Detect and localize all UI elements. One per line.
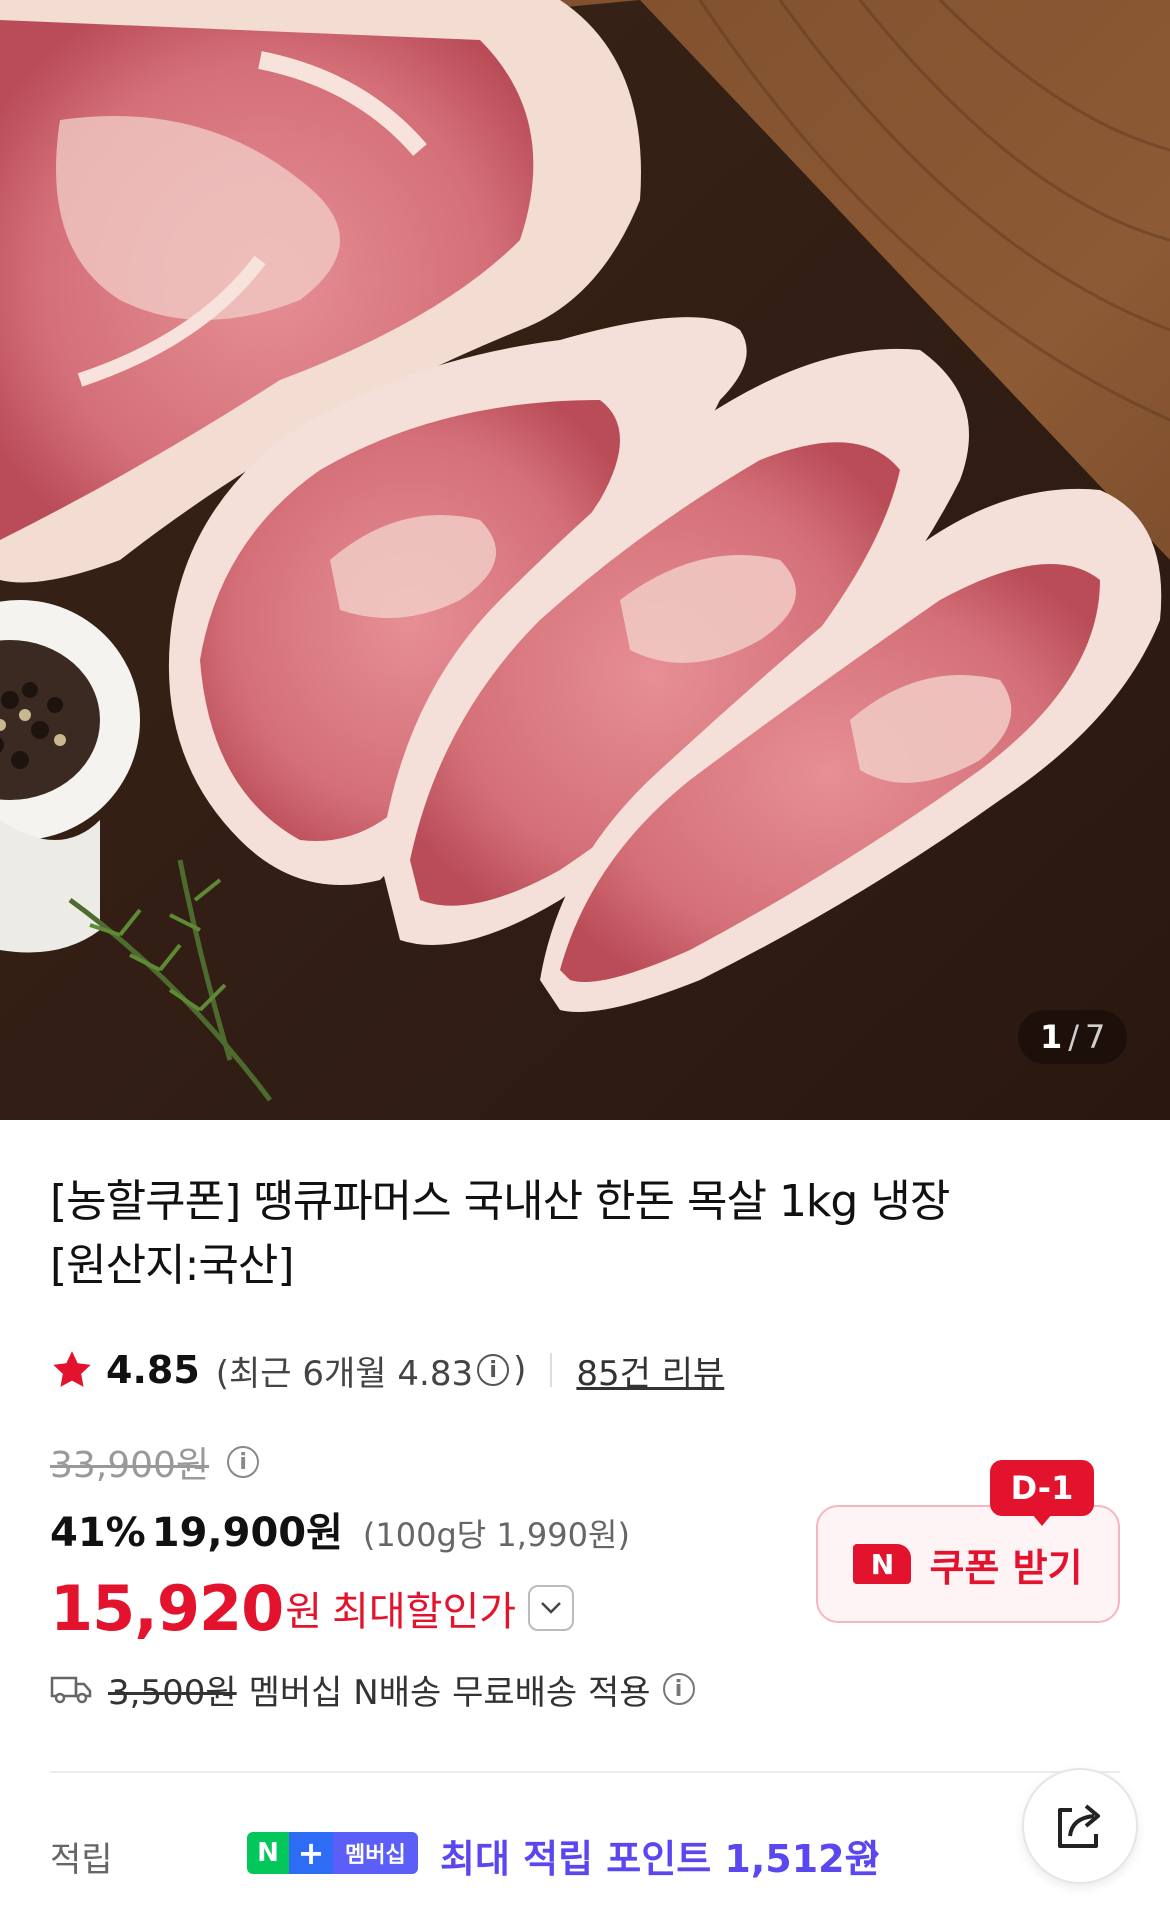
- info-icon[interactable]: i: [477, 1354, 510, 1386]
- gallery-current: 1: [1040, 1018, 1063, 1056]
- points-label: 적립: [50, 1840, 113, 1880]
- max-discount-won: 원: [285, 1589, 323, 1635]
- shipping-note: 멤버십 N배송 무료배송 적용: [248, 1672, 651, 1713]
- gallery-page-indicator: 1 / 7: [1018, 1010, 1128, 1064]
- naver-n-badge: N: [853, 1544, 912, 1584]
- max-discount-row: 15,920 원 최대할인가: [50, 1568, 575, 1648]
- product-image[interactable]: 1 / 7: [0, 0, 1170, 1120]
- truck-icon: [50, 1676, 92, 1704]
- rating-value: 4.85: [106, 1348, 200, 1392]
- chevron-right-icon: [863, 1839, 880, 1869]
- sale-price: 19,900원: [151, 1510, 343, 1556]
- coupon-download-button[interactable]: N 쿠폰 받기: [816, 1505, 1120, 1623]
- points-row[interactable]: 적립 N + 멤버십 최대 적립 포인트 1,512원: [50, 1822, 1120, 1882]
- coupon-dday-badge: D-1: [990, 1460, 1094, 1516]
- recent-rating: (최근 6개월 4.83 i ): [216, 1346, 527, 1395]
- sale-price-row: 41% 19,900원 (100g당 1,990원): [50, 1500, 630, 1560]
- max-discount-price: 15,920: [50, 1571, 284, 1645]
- original-price-row: 33,900원 i: [50, 1438, 263, 1486]
- membership-badge-text: 멤버십: [333, 1832, 418, 1874]
- gallery-total: 7: [1085, 1018, 1106, 1056]
- coupon-label: 쿠폰 받기: [929, 1545, 1083, 1590]
- points-text: 최대 적립 포인트 1,512원: [440, 1837, 880, 1881]
- membership-badge: N + 멤버십: [247, 1832, 418, 1874]
- product-title-line1: [농할쿠폰] 땡큐파머스 국내산 한돈 목살 1kg 냉장: [50, 1176, 950, 1227]
- membership-badge-n: N: [247, 1832, 289, 1874]
- product-photo: [0, 0, 1170, 1120]
- recent-rating-text: (최근 6개월 4.83: [215, 1353, 474, 1394]
- product-title: [농할쿠폰] 땡큐파머스 국내산 한돈 목살 1kg 냉장 [원산지:국산]: [50, 1170, 1050, 1298]
- divider: [550, 1353, 553, 1387]
- max-discount-label: 최대할인가: [332, 1589, 517, 1635]
- product-title-line2: [원산지:국산]: [50, 1240, 295, 1291]
- gallery-separator: /: [1068, 1018, 1080, 1056]
- original-price: 33,900원: [50, 1445, 210, 1486]
- share-button[interactable]: [1022, 1768, 1138, 1884]
- shipping-row: 3,500원 멤버십 N배송 무료배송 적용 i: [50, 1662, 699, 1716]
- info-icon[interactable]: i: [227, 1446, 260, 1478]
- membership-badge-plus: +: [289, 1832, 333, 1874]
- discount-rate: 41%: [50, 1510, 146, 1556]
- unit-price: (100g당 1,990원): [362, 1516, 630, 1554]
- star-icon: [53, 1351, 91, 1387]
- max-discount-toggle[interactable]: [528, 1585, 575, 1631]
- dday-tail: [1032, 1514, 1052, 1526]
- review-link[interactable]: 85건 리뷰: [576, 1346, 724, 1395]
- rating-row: 4.85 (최근 6개월 4.83 i ) 85건 리뷰: [50, 1345, 724, 1395]
- info-icon[interactable]: i: [662, 1673, 695, 1705]
- recent-rating-close: ): [513, 1350, 527, 1390]
- chevron-down-icon: [541, 1602, 561, 1614]
- share-icon: [1058, 1804, 1100, 1848]
- section-divider: [50, 1771, 1120, 1773]
- shipping-fee: 3,500원: [108, 1672, 237, 1713]
